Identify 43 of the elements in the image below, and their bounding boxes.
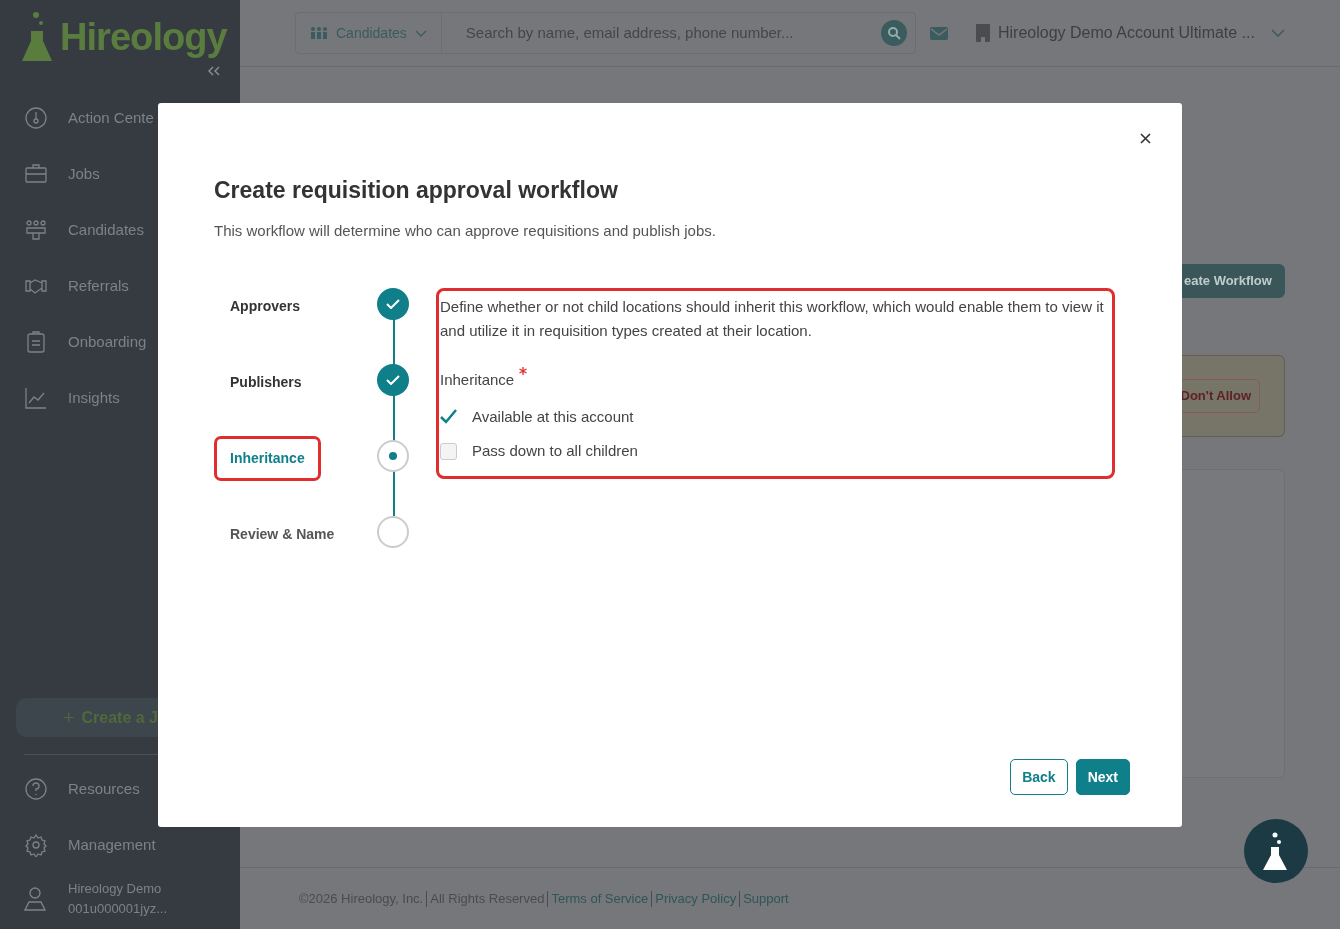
step-label[interactable]: Inheritance (214, 436, 321, 481)
account-switcher[interactable]: Hireology Demo Account Ultimate ... (976, 21, 1285, 45)
user-name: Hireology Demo (68, 880, 163, 898)
checkbox-option[interactable]: Available at this account (440, 405, 1112, 428)
chevron-down-icon (1271, 29, 1285, 37)
people-icon (24, 218, 48, 242)
logo-text: Hireology (60, 14, 227, 60)
close-button[interactable] (1138, 131, 1152, 145)
footer-link[interactable]: Terms of Service (551, 888, 649, 909)
close-icon (1139, 132, 1151, 144)
settings-icon (24, 833, 48, 857)
modal-title: Create requisition approval workflow (214, 176, 619, 205)
footer-link[interactable]: Support (743, 888, 789, 909)
next-button[interactable]: Next (1075, 759, 1130, 795)
field-label: Inheritance (440, 370, 515, 390)
help-icon (24, 777, 48, 801)
building-icon (976, 24, 990, 42)
search-button[interactable] (881, 20, 907, 46)
step-label[interactable]: Approvers (214, 288, 301, 317)
checkbox[interactable] (440, 442, 457, 460)
create-workflow-button[interactable]: eate Workflow (1182, 264, 1285, 298)
nav-item[interactable]: Resources (0, 761, 240, 817)
gauge-icon (24, 106, 48, 130)
scope-dropdown[interactable]: Candidates (296, 13, 442, 53)
plus-icon (64, 711, 74, 724)
step-label[interactable]: Review & Name (214, 516, 335, 545)
chevron-down-icon (414, 29, 427, 37)
nav-item[interactable]: Action Cente (0, 90, 240, 146)
description-text: Define whether or not child locations should inherit this workflow, which would enable them to view it and utilize it in requisition types created at their location. (440, 297, 1105, 341)
briefcase-icon (24, 162, 48, 186)
chart-icon (24, 386, 48, 410)
clipboard-icon (24, 330, 48, 354)
checkmark-icon[interactable] (440, 408, 457, 426)
search-icon (887, 26, 901, 40)
user-icon (24, 886, 46, 912)
account-id: 001u000001jyz... (68, 900, 168, 918)
people-icon (310, 26, 328, 40)
footer-link[interactable]: Privacy Policy (655, 888, 737, 909)
back-button[interactable]: Back (1010, 759, 1068, 795)
nav-item[interactable]: Management (0, 817, 240, 873)
checkbox-option[interactable]: Pass down to all children (440, 440, 1112, 463)
double-chevron-left-icon[interactable] (208, 66, 220, 76)
modal-subtitle: This workflow will determine who can approve requisitions and publish jobs. (214, 220, 717, 241)
